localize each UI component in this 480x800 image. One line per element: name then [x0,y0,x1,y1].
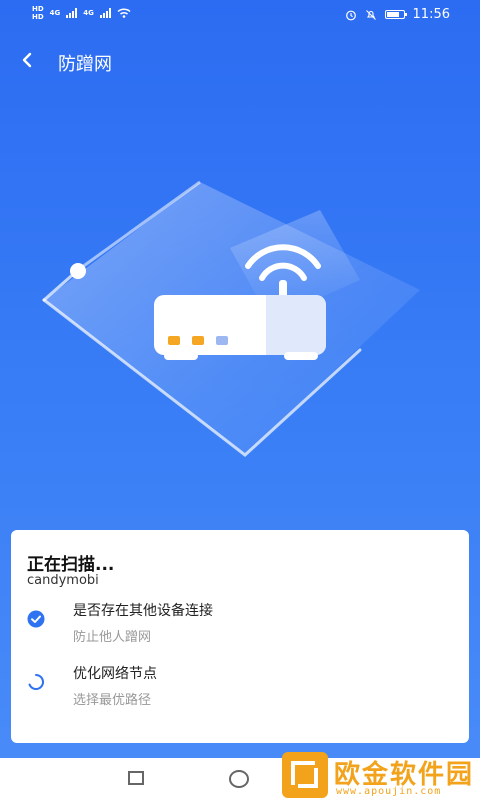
signal-icon-2 [99,8,111,18]
scan-item-subtitle: 防止他人蹭网 [73,630,152,645]
scan-item-subtitle: 选择最优路径 [73,693,152,708]
battery-icon [384,10,407,19]
check-circle-icon [27,610,45,628]
back-button[interactable] [14,46,42,74]
hd-label-bottom: HD [32,13,44,21]
scan-item: 优化网络节点 选择最优路径 [11,663,469,713]
scan-item-title: 是否存在其他设备连接 [73,603,213,619]
scan-item: 是否存在其他设备连接 防止他人蹭网 [11,600,469,650]
router-light-2 [192,336,204,345]
alarm-icon [345,10,356,20]
network-type-1: 4G [49,9,61,17]
home-button[interactable] [229,770,249,788]
recents-button[interactable] [128,771,144,785]
router-light-1 [168,336,180,345]
page-title: 防蹭网 [58,54,112,75]
mute-icon [365,9,376,20]
app-header: 防蹭网 [0,44,480,80]
status-time: 11:56 [412,7,450,22]
router-icon [154,295,326,360]
network-name: candymobi [27,573,99,588]
scan-title: 正在扫描... [27,555,115,575]
network-type-2: 4G [83,9,94,17]
scan-item-title: 优化网络节点 [73,666,157,682]
loading-spinner-icon [28,673,45,690]
router-illustration [42,180,420,457]
indicator-dot [70,263,86,279]
chevron-left-icon [22,52,32,68]
scan-card: 正在扫描... candymobi 是否存在其他设备连接 防止他人蹭网 优化网络… [11,530,469,743]
status-bar: HD HD 4G 4G 11:56 [0,0,480,30]
watermark-url: www.apoujin.com [336,786,442,797]
router-light-3 [216,336,228,345]
watermark-logo [282,752,328,798]
watermark: 欧金软件园 www.apoujin.com [282,752,478,800]
wifi-status-icon [117,8,131,18]
signal-icon [66,8,78,18]
hd-label-top: HD [32,5,44,13]
screen: HD HD 4G 4G 11:56 防蹭网 正在扫描... candymobi … [0,0,480,800]
